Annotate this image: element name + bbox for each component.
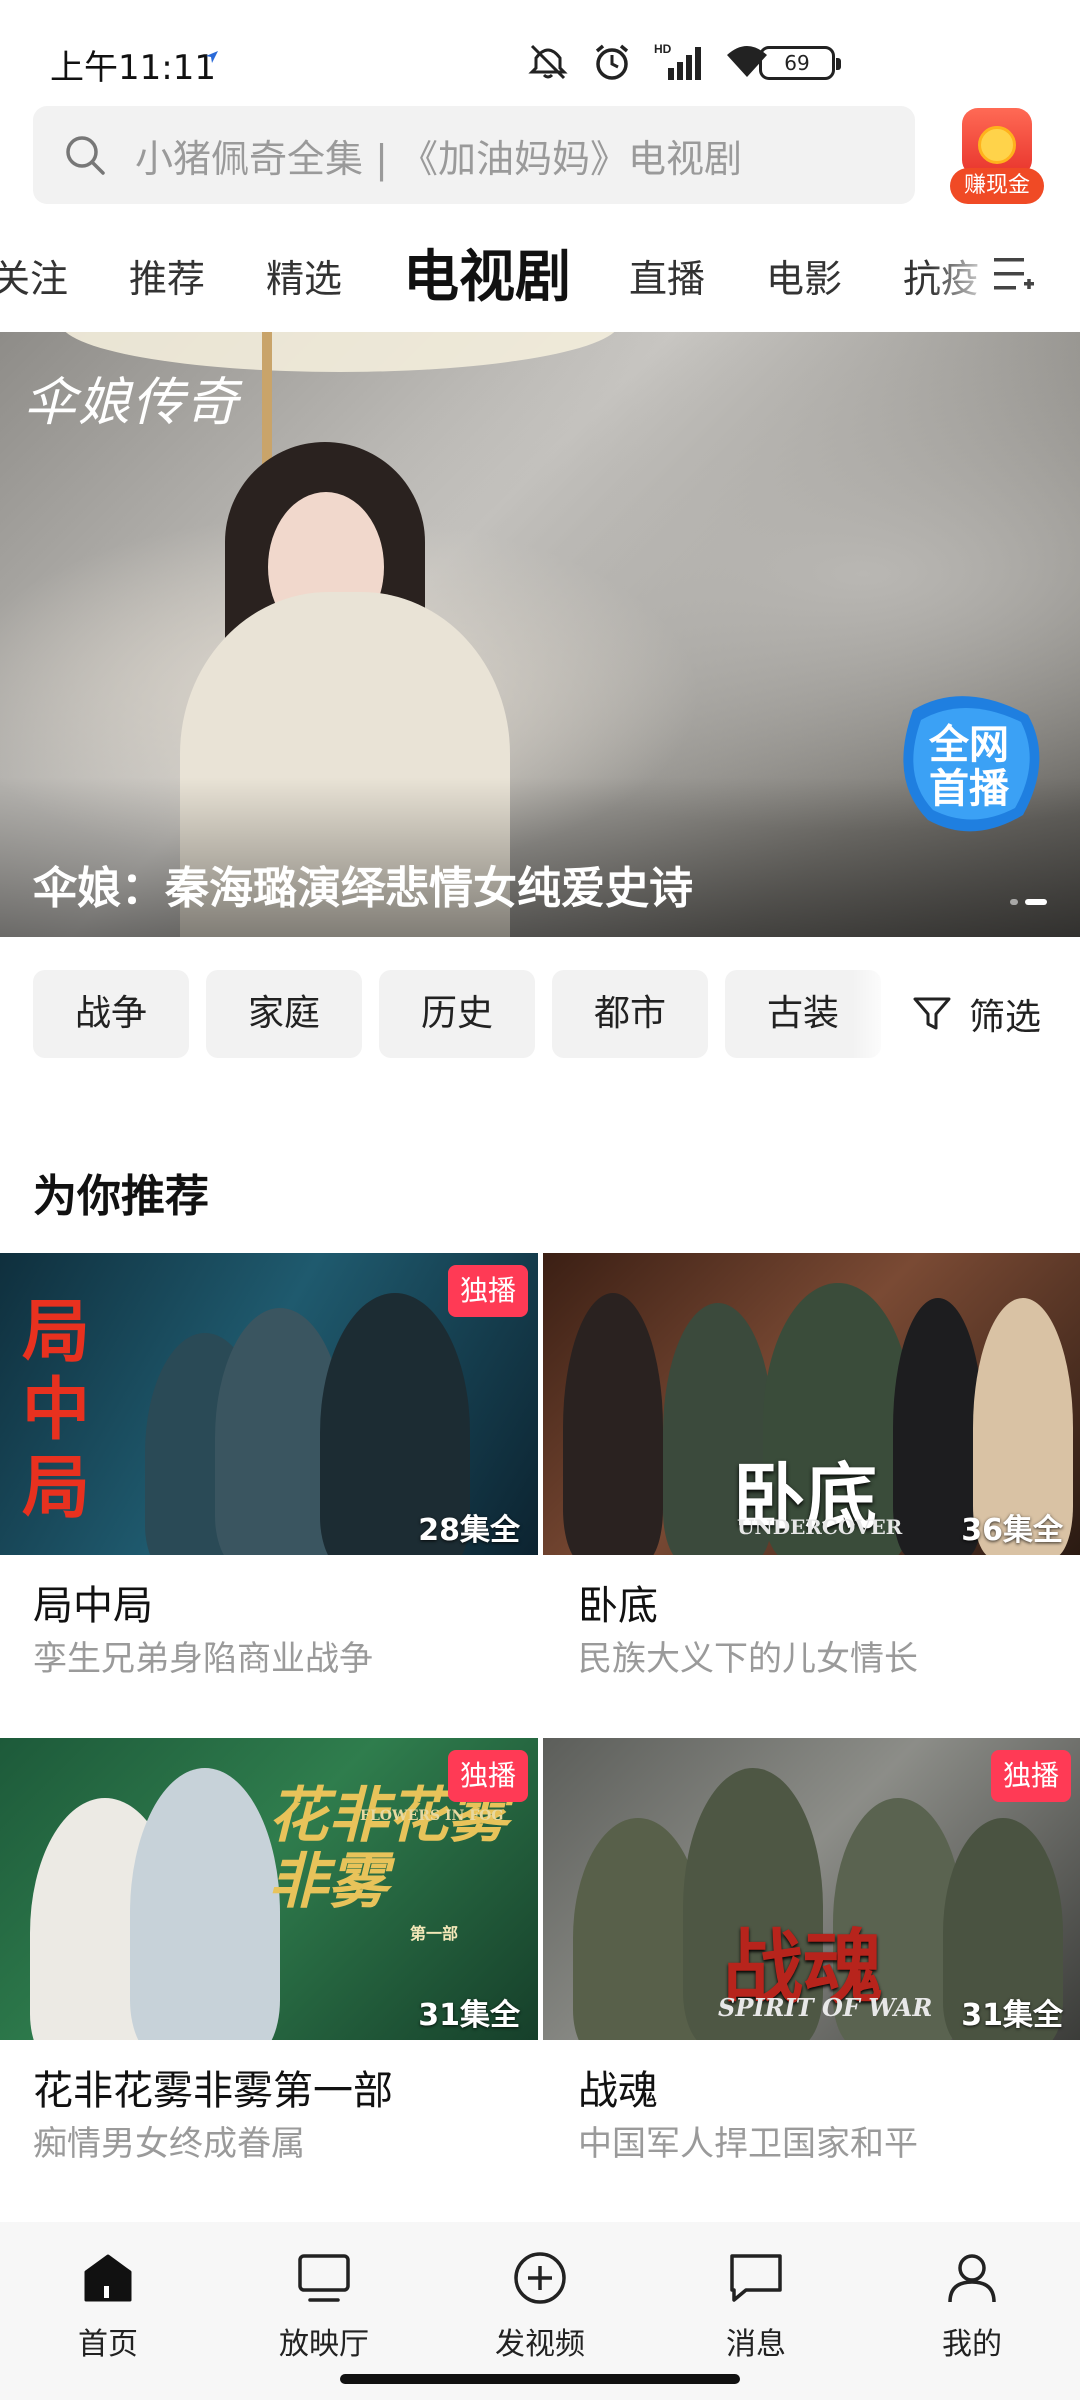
tab-follow[interactable]: 关注: [0, 248, 68, 303]
status-bar: 上午11:11 HD 69: [0, 0, 1080, 100]
show-title: 战魂: [578, 2068, 658, 2114]
tab-live[interactable]: 直播: [629, 248, 705, 303]
banner-show-logo: 伞娘传奇: [24, 373, 241, 433]
nav-post-video[interactable]: 发视频: [460, 2244, 620, 2364]
earn-cash-button[interactable]: 赚现金: [950, 108, 1044, 206]
banner-pagination: [1010, 899, 1050, 907]
show-poster: 战魂 SPIRIT OF WAR 独播 31集全: [543, 1738, 1080, 2040]
tab-tv-series[interactable]: 电视剧: [403, 232, 571, 313]
nav-profile-label: 我的: [942, 2327, 1002, 2362]
poster-subtitle-text: UNDERCOVER: [737, 1515, 903, 1539]
premiere-badge: 全网 首播: [903, 696, 1040, 832]
show-subtitle: 中国军人捍卫国家和平: [578, 2124, 918, 2164]
alarm-icon: [595, 44, 629, 80]
location-icon: [206, 51, 218, 63]
poster-figure: [130, 1768, 280, 2040]
genre-chip-urban[interactable]: 都市: [552, 970, 708, 1058]
genre-chip-family[interactable]: 家庭: [206, 970, 362, 1058]
genre-chip-war[interactable]: 战争: [33, 970, 189, 1058]
battery-indicator: 69: [759, 46, 841, 80]
profile-icon: [948, 2254, 996, 2303]
filter-label: 筛选: [969, 997, 1042, 1038]
featured-banner[interactable]: 伞娘传奇: [0, 332, 1080, 937]
signal-icon: HD: [654, 42, 701, 80]
exclusive-badge: 独播: [991, 1750, 1071, 1802]
premiere-badge-line1: 全网: [928, 722, 1009, 768]
genre-chip-history[interactable]: 历史: [379, 970, 535, 1058]
search-icon: [66, 136, 105, 175]
show-card[interactable]: 局中局 独播 28集全 局中局 孪生兄弟身陷商业战争: [0, 1253, 538, 1713]
tab-featured[interactable]: 精选: [266, 248, 342, 303]
tab-menu-icon[interactable]: [994, 256, 1034, 292]
tab-recommend[interactable]: 推荐: [129, 248, 205, 303]
mute-icon: [528, 44, 568, 80]
premiere-badge-line2: 首播: [929, 766, 1010, 812]
search-placeholder: 小猪佩奇全集 | 《加油妈妈》电视剧: [135, 136, 742, 181]
filter-button[interactable]: 筛选: [913, 970, 1041, 1058]
filter-icon: [913, 997, 951, 1030]
banner-dot-2: [1025, 899, 1047, 905]
banner-dot-1: [1010, 899, 1018, 905]
show-title: 局中局: [33, 1583, 153, 1629]
hd-label: HD: [654, 42, 672, 56]
category-tabs: 关注 推荐 精选 电视剧 直播 电影 抗疫: [0, 230, 1080, 320]
banner-caption: 伞娘：秦海璐演绎悲情女纯爱史诗: [33, 863, 693, 914]
episode-count: 31集全: [418, 1998, 520, 2033]
show-card[interactable]: 花非花雾非雾 FLOWERS IN FOG 第一部 独播 31集全 花非花雾非雾…: [0, 1738, 538, 2198]
exclusive-badge: 独播: [448, 1265, 528, 1317]
nav-messages[interactable]: 消息: [676, 2244, 836, 2364]
show-poster: 局中局 独播 28集全: [0, 1253, 538, 1555]
poster-subtitle-text: SPIRIT OF WAR: [718, 1993, 933, 2022]
show-card[interactable]: 战魂 SPIRIT OF WAR 独播 31集全 战魂 中国军人捍卫国家和平: [543, 1738, 1080, 2198]
nav-post-video-label: 发视频: [495, 2327, 585, 2362]
home-indicator[interactable]: [340, 2374, 740, 2384]
nav-profile[interactable]: 我的: [892, 2244, 1052, 2364]
episode-count: 28集全: [418, 1513, 520, 1548]
nav-home-label: 首页: [78, 2327, 138, 2362]
chip-fade: [852, 960, 892, 1070]
nav-theater[interactable]: 放映厅: [244, 2244, 404, 2364]
coin-icon: [978, 126, 1016, 164]
nav-theater-label: 放映厅: [279, 2327, 369, 2362]
status-time: 上午11:11: [50, 48, 216, 88]
show-title: 卧底: [578, 1583, 658, 1629]
message-icon: [730, 2254, 782, 2302]
home-icon: [84, 2254, 132, 2302]
battery-level: 69: [784, 51, 810, 75]
poster-title-text: 局中局: [22, 1292, 91, 1528]
poster-tag-text: 第一部: [410, 1924, 459, 1943]
tv-icon: [298, 2254, 350, 2302]
section-title-recommended: 为你推荐: [33, 1171, 209, 1222]
show-title: 花非花雾非雾第一部: [33, 2068, 393, 2114]
status-icons: HD: [526, 40, 770, 84]
show-poster: 花非花雾非雾 FLOWERS IN FOG 第一部 独播 31集全: [0, 1738, 538, 2040]
tab-movies[interactable]: 电影: [766, 248, 842, 303]
poster-title-text: 花非花雾非雾: [268, 1781, 508, 1917]
show-subtitle: 孪生兄弟身陷商业战争: [33, 1639, 373, 1679]
earn-cash-label: 赚现金: [950, 168, 1044, 204]
plus-circle-icon: [514, 2252, 566, 2304]
show-subtitle: 痴情男女终成眷属: [33, 2124, 305, 2164]
exclusive-badge: 独播: [448, 1750, 528, 1802]
show-card[interactable]: 卧底 UNDERCOVER 36集全 卧底 民族大义下的儿女情长: [543, 1253, 1080, 1713]
poster-subtitle-text: FLOWERS IN FOG: [360, 1808, 504, 1824]
nav-home[interactable]: 首页: [28, 2244, 188, 2364]
episode-count: 31集全: [961, 1998, 1063, 2033]
nav-messages-label: 消息: [726, 2327, 786, 2362]
show-poster: 卧底 UNDERCOVER 36集全: [543, 1253, 1080, 1555]
poster-figure: [563, 1293, 663, 1555]
episode-count: 36集全: [961, 1513, 1063, 1548]
search-bar[interactable]: 小猪佩奇全集 | 《加油妈妈》电视剧: [33, 106, 915, 204]
show-subtitle: 民族大义下的儿女情长: [578, 1639, 918, 1679]
